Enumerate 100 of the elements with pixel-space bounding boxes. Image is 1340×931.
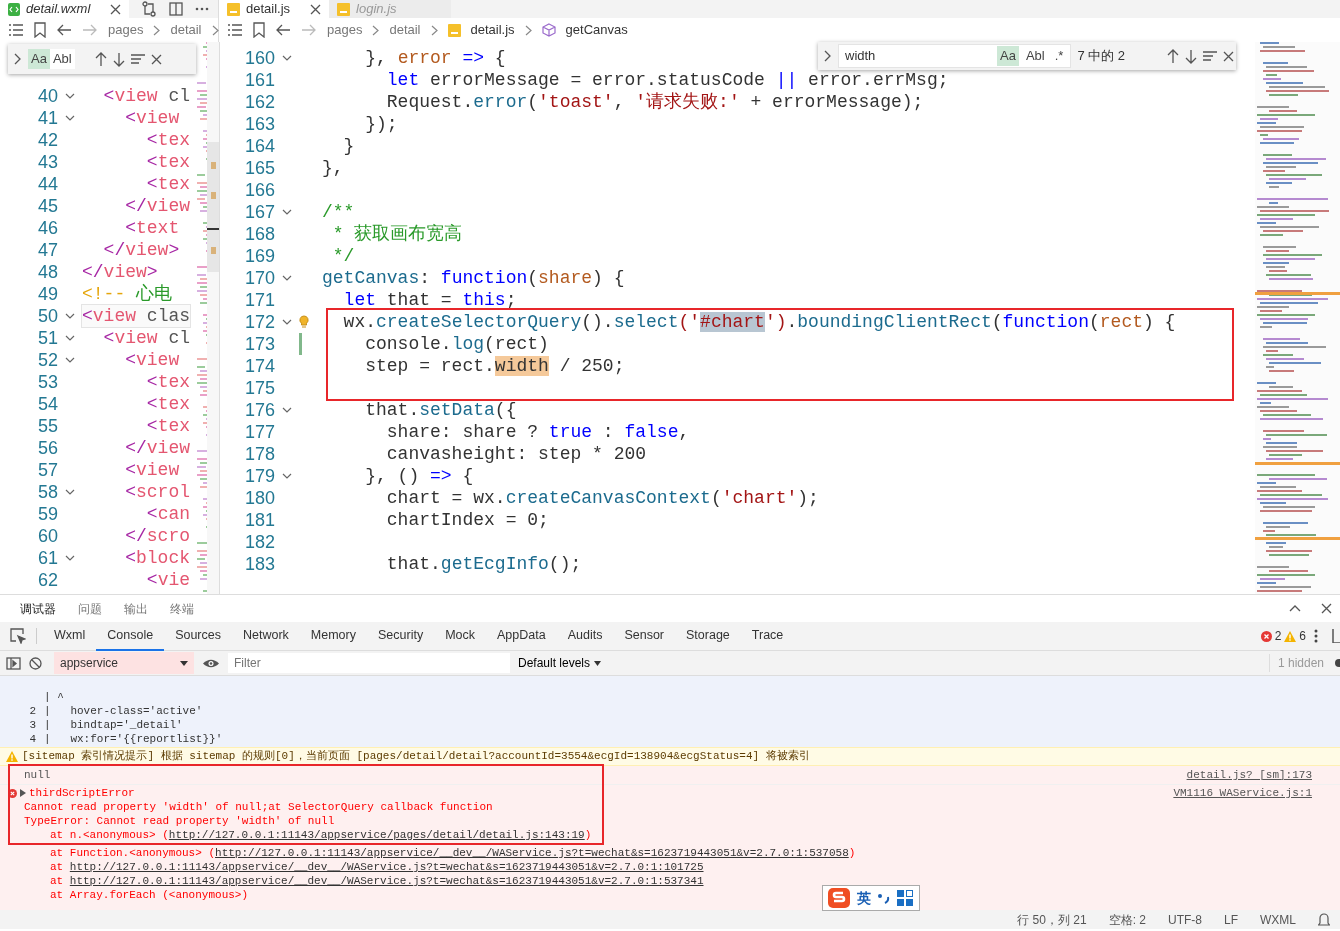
fold-chevron-icon[interactable]	[282, 319, 292, 325]
panel-tab[interactable]: 调试器	[12, 597, 64, 620]
status-item[interactable]: LF	[1224, 910, 1238, 929]
compare-changes-icon[interactable]	[141, 1, 158, 17]
collapse-chevron-icon[interactable]	[1289, 605, 1301, 612]
line-number: 41	[36, 106, 58, 130]
line-number: 61	[36, 546, 58, 570]
outline-icon[interactable]	[8, 23, 24, 37]
breadcrumb-item[interactable]: pages	[327, 20, 363, 40]
panel-tab[interactable]: 终端	[162, 597, 202, 620]
bookmark-icon[interactable]	[253, 22, 265, 38]
breadcrumb-item[interactable]: pages	[108, 20, 144, 40]
find-in-selection-icon[interactable]	[1203, 50, 1218, 62]
arrow-down-icon[interactable]	[112, 51, 125, 67]
line-number: 169	[243, 244, 275, 268]
expand-triangle-icon[interactable]	[20, 789, 26, 797]
devtools-tab[interactable]: Sensor	[613, 621, 676, 651]
match-toggle[interactable]: .*	[1051, 46, 1067, 66]
breadcrumb-item[interactable]: detail.js	[470, 20, 515, 40]
fold-chevron-icon[interactable]	[65, 489, 75, 495]
fold-chevron-icon[interactable]	[65, 115, 75, 121]
devtools-tab[interactable]: Audits	[556, 621, 614, 651]
devtools-tab[interactable]: Storage	[675, 621, 741, 651]
match-toggle[interactable]: Aa	[997, 46, 1019, 66]
line-number: 49	[36, 282, 58, 306]
split-editor-icon[interactable]	[169, 2, 184, 16]
arrow-down-icon[interactable]	[1185, 48, 1198, 64]
line-number: 179	[243, 464, 275, 488]
status-item[interactable]: WXML	[1260, 910, 1296, 929]
stack-link[interactable]: http://127.0.0.1:11143/appservice/pages/detail/detail.js:143:19	[168, 828, 585, 841]
line-number: 178	[243, 442, 275, 466]
clear-console-icon[interactable]	[29, 656, 42, 670]
kebab-menu-icon[interactable]	[1314, 629, 1318, 643]
status-item[interactable]: 行 50，列 21	[1017, 910, 1087, 929]
arrow-up-icon[interactable]	[1167, 48, 1180, 64]
breadcrumb-item[interactable]: detail	[170, 20, 202, 40]
fold-chevron-icon[interactable]	[282, 407, 292, 413]
fold-chevron-icon[interactable]	[65, 335, 75, 341]
fold-chevron-icon[interactable]	[65, 555, 75, 561]
close-icon[interactable]	[310, 3, 322, 15]
code-line: </scro	[124, 525, 191, 547]
devtools-tab[interactable]: Wxml	[43, 621, 97, 651]
sidebar-toggle-icon[interactable]	[6, 656, 21, 670]
line-number: 42	[36, 128, 58, 152]
close-icon[interactable]	[110, 3, 122, 15]
source-link[interactable]: detail.js? [sm]:173	[1186, 766, 1312, 784]
file-tab[interactable]: detail.js	[219, 0, 330, 18]
status-item[interactable]: UTF-8	[1168, 910, 1202, 929]
code-line: <scrol	[124, 481, 191, 503]
more-icon[interactable]	[195, 7, 210, 11]
context-select[interactable]: appservice	[54, 652, 194, 674]
devtools-tab[interactable]: Trace	[740, 621, 795, 651]
status-item[interactable]: 空格: 2	[1108, 910, 1146, 929]
back-arrow-icon[interactable]	[56, 24, 72, 36]
find-field[interactable]: width Aa Abl .*	[838, 44, 1072, 68]
fold-chevron-icon[interactable]	[282, 275, 292, 281]
fold-chevron-icon[interactable]	[65, 357, 75, 363]
panel-tab[interactable]: 问题	[70, 597, 110, 620]
close-icon[interactable]	[150, 53, 162, 65]
fold-chevron-icon[interactable]	[282, 473, 292, 479]
close-icon[interactable]	[1321, 603, 1332, 614]
fold-chevron-icon[interactable]	[282, 55, 292, 61]
source-link[interactable]: VM1116 WAService.js:1	[1173, 784, 1312, 802]
match-toggle[interactable]: Abl	[1022, 46, 1048, 66]
dock-icon[interactable]	[1332, 629, 1340, 643]
chevron-right-icon[interactable]	[824, 50, 832, 62]
devtools-tab[interactable]: Security	[367, 621, 435, 651]
panel-tab[interactable]: 输出	[116, 597, 156, 620]
code-line: }, () => {	[364, 465, 474, 487]
fold-chevron-icon[interactable]	[282, 209, 292, 215]
devtools-tab[interactable]: Network	[232, 621, 300, 651]
stack-link[interactable]: http://127.0.0.1:11143/appservice/__dev__/WAService.js?t=wechat&s=1623719443051&v=2.7.0:1:537058	[215, 846, 849, 859]
eye-icon[interactable]	[202, 657, 220, 669]
bookmark-icon[interactable]	[34, 22, 46, 38]
error-title[interactable]: thirdScriptError	[29, 784, 135, 802]
filter-field[interactable]: Filter	[228, 653, 510, 673]
breadcrumb-item[interactable]: detail	[389, 20, 421, 40]
devtools-tab[interactable]: Memory	[299, 621, 367, 651]
stack-link[interactable]: http://127.0.0.1:11143/appservice/__dev__/WAService.js?t=wechat&s=1623719443051&v=2.7.0:1:537341	[69, 874, 704, 887]
close-icon[interactable]	[1223, 50, 1235, 62]
match-toggle[interactable]: Abl	[49, 49, 75, 69]
file-tab[interactable]: detail.wxml	[0, 0, 130, 18]
outline-icon[interactable]	[227, 23, 243, 37]
devtools-tab[interactable]: Mock	[434, 621, 486, 651]
match-toggle[interactable]: Aa	[28, 49, 50, 69]
find-in-selection-icon[interactable]	[130, 53, 145, 65]
stack-link[interactable]: http://127.0.0.1:11143/appservice/__dev__/WAService.js?t=wechat&s=1623719443051&v=2.7.0:1:101725	[69, 860, 704, 873]
devtools-tab[interactable]: AppData	[486, 621, 557, 651]
fold-chevron-icon[interactable]	[65, 313, 75, 319]
js-file-icon	[447, 23, 461, 37]
breadcrumb-item[interactable]: getCanvas	[565, 20, 628, 40]
chevron-right-icon[interactable]	[14, 53, 22, 65]
devtools-tab[interactable]: Sources	[164, 621, 232, 651]
back-arrow-icon[interactable]	[275, 24, 291, 36]
levels-dropdown[interactable]: Default levels	[518, 654, 602, 672]
inspect-element-icon[interactable]	[10, 628, 26, 644]
line-number: 53	[36, 370, 58, 394]
bell-icon[interactable]	[1318, 912, 1330, 927]
fold-chevron-icon[interactable]	[65, 93, 75, 99]
arrow-up-icon[interactable]	[94, 51, 107, 67]
